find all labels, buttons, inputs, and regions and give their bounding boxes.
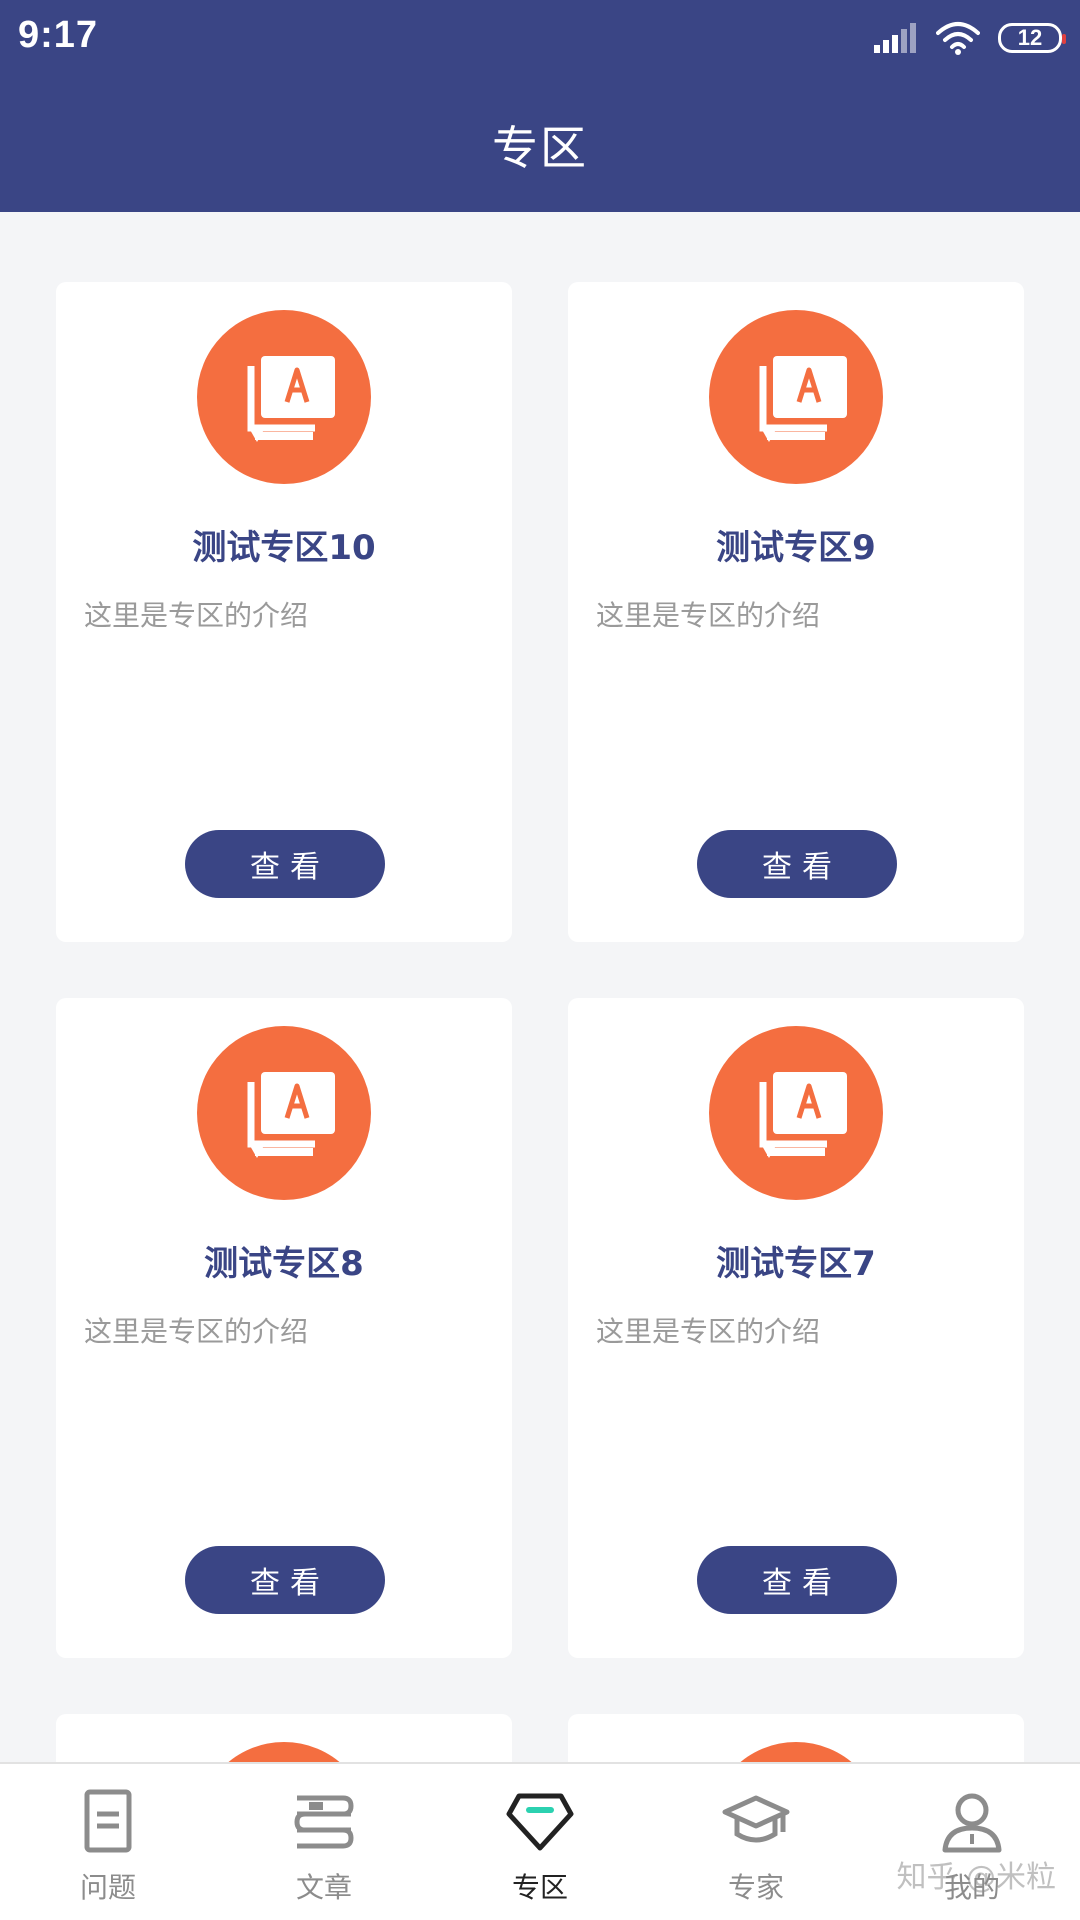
user-icon [942, 1793, 1002, 1853]
watermark: 知乎 @米粒 [896, 1860, 1056, 1895]
zone-card[interactable]: 测试专区8 这里是专区的介绍 查看 [56, 998, 512, 1658]
view-button[interactable]: 查看 [185, 1546, 385, 1614]
chat-a-icon [709, 1742, 883, 1762]
zone-description: 这里是专区的介绍 [596, 599, 821, 632]
chat-a-icon [709, 310, 883, 484]
app-header: 9:17 12 专区 [0, 0, 1080, 212]
tab-label: 专区 [511, 1871, 568, 1904]
tab-label: 问题 [79, 1871, 136, 1904]
zone-grid: 测试专区10 这里是专区的介绍 查看 测试专区9 这里是专区的介绍 查看 测试专… [56, 282, 1024, 1762]
tab-articles[interactable]: 文章 [216, 1764, 432, 1920]
document-icon [84, 1789, 132, 1853]
tab-zones[interactable]: 专区 [432, 1764, 648, 1920]
view-button[interactable]: 查看 [185, 830, 385, 898]
tab-label: 文章 [295, 1871, 352, 1904]
zone-description: 这里是专区的介绍 [84, 599, 309, 632]
books-icon [294, 1795, 354, 1849]
tab-questions[interactable]: 问题 [0, 1764, 216, 1920]
tab-experts[interactable]: 专家 [648, 1764, 864, 1920]
wifi-icon [936, 22, 980, 55]
graduation-cap-icon [722, 1795, 790, 1843]
zone-card-partial[interactable] [568, 1714, 1024, 1762]
zone-title: 测试专区10 [192, 528, 376, 568]
status-time: 9:17 [18, 14, 99, 56]
bottom-tab-bar: 问题 文章 专区 专家 我的 [0, 1762, 1080, 1920]
chat-a-icon [197, 1026, 371, 1200]
status-bar: 9:17 12 [0, 0, 1080, 76]
zone-title: 测试专区7 [716, 1244, 876, 1284]
zone-card[interactable]: 测试专区9 这里是专区的介绍 查看 [568, 282, 1024, 942]
zone-card[interactable]: 测试专区10 这里是专区的介绍 查看 [56, 282, 512, 942]
zone-description: 这里是专区的介绍 [84, 1315, 309, 1348]
zone-description: 这里是专区的介绍 [596, 1315, 821, 1348]
chat-a-icon [709, 1026, 883, 1200]
zone-title: 测试专区8 [204, 1244, 364, 1284]
gem-icon [506, 1793, 574, 1851]
view-button[interactable]: 查看 [697, 830, 897, 898]
status-icons: 12 [874, 18, 1066, 58]
zone-title: 测试专区9 [716, 528, 876, 568]
zone-list[interactable]: 测试专区10 这里是专区的介绍 查看 测试专区9 这里是专区的介绍 查看 测试专… [0, 212, 1080, 1762]
zone-card[interactable]: 测试专区7 这里是专区的介绍 查看 [568, 998, 1024, 1658]
chat-a-icon [197, 1742, 371, 1762]
zone-card-partial[interactable] [56, 1714, 512, 1762]
chat-a-icon [197, 310, 371, 484]
tab-mine[interactable]: 我的 [864, 1764, 1080, 1920]
page-title: 专区 [492, 121, 588, 175]
view-button[interactable]: 查看 [697, 1546, 897, 1614]
battery-icon: 12 [998, 23, 1066, 53]
tab-label: 专家 [727, 1871, 784, 1904]
signal-icon [874, 23, 916, 53]
